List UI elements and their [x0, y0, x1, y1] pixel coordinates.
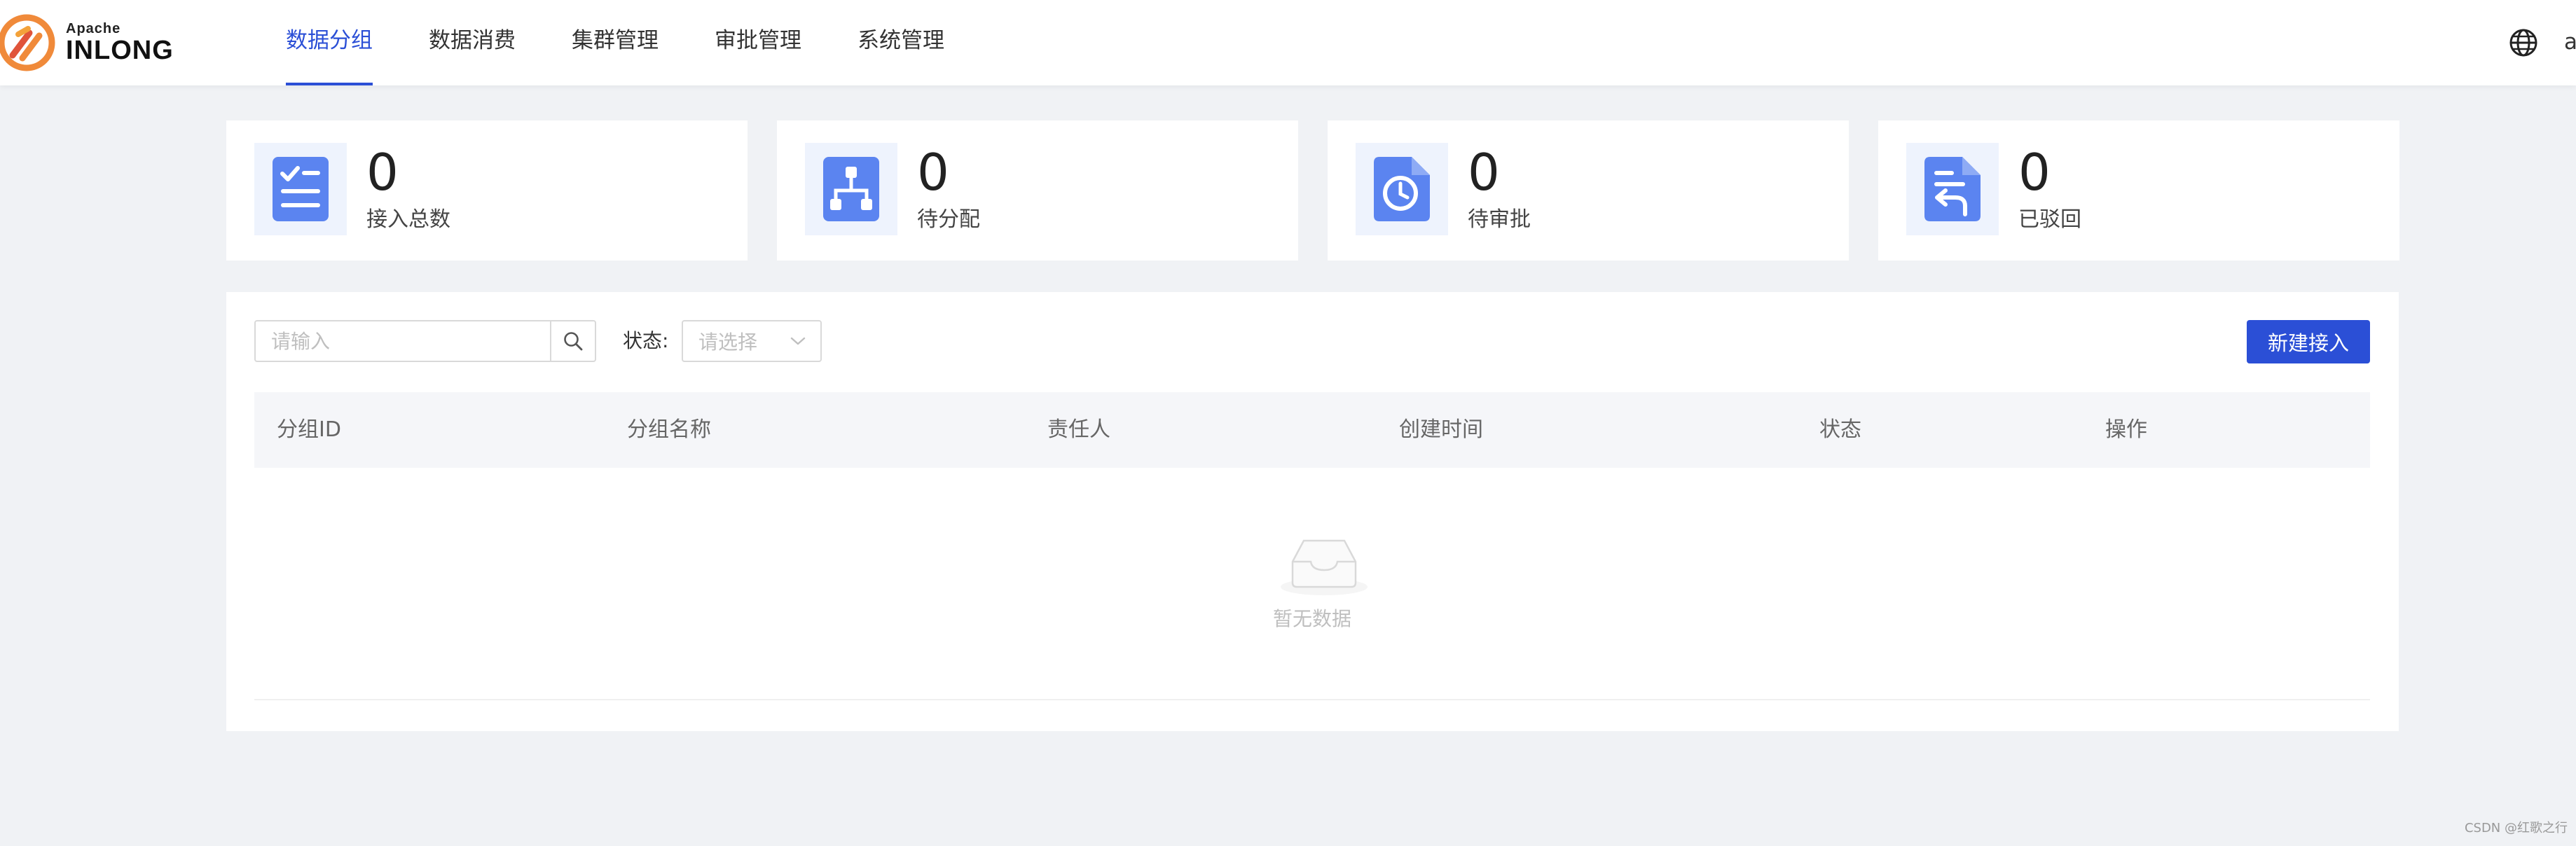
stat-label: 待分配	[917, 207, 980, 232]
search-icon	[564, 332, 583, 351]
logo-inlong-text: INLONG	[66, 36, 174, 65]
table-header: 分组ID 分组名称 责任人 创建时间 状态 操作	[254, 392, 2370, 468]
chevron-down-icon	[790, 337, 806, 345]
column-header-owner[interactable]: 责任人	[1047, 416, 1110, 444]
logo-text: Apache INLONG	[66, 21, 174, 64]
search-input[interactable]	[256, 321, 550, 361]
nav-cluster-manage[interactable]: 集群管理	[572, 0, 659, 85]
nav-data-consume[interactable]: 数据消费	[429, 0, 516, 85]
stat-icon-box	[1906, 143, 1999, 235]
status-filter-label: 状态:	[623, 329, 669, 352]
return-document-icon	[1924, 157, 1981, 221]
stat-card-pending-approval: 0 待审批	[1328, 120, 1849, 261]
nav-system-manage[interactable]: 系统管理	[857, 0, 944, 85]
stat-label: 已驳回	[2018, 207, 2081, 232]
column-header-operation[interactable]: 操作	[2105, 416, 2147, 444]
main-nav: 数据分组 数据消费 集群管理 审批管理 系统管理	[286, 0, 1000, 85]
hierarchy-icon	[823, 157, 879, 221]
empty-text: 暂无数据	[1272, 607, 1351, 630]
empty-inbox-icon	[1281, 539, 1368, 595]
user-name[interactable]: a	[2564, 28, 2576, 56]
checklist-icon	[273, 157, 329, 221]
stat-value: 0	[366, 143, 399, 202]
search-box	[254, 320, 596, 362]
column-header-create-time[interactable]: 创建时间	[1399, 416, 1483, 444]
stat-card-pending-assign: 0 待分配	[777, 120, 1298, 261]
group-list-panel: 状态: 请选择 新建接入 分组ID 分组名称 责任人 创建时间 状态 操作 暂无…	[226, 292, 2399, 731]
stat-value: 0	[917, 143, 949, 202]
status-select[interactable]: 请选择	[682, 320, 822, 362]
app-logo[interactable]: Apache INLONG	[0, 11, 174, 74]
logo-apache-text: Apache	[66, 21, 121, 36]
column-header-status[interactable]: 状态	[1819, 416, 1861, 444]
language-globe-icon[interactable]	[2508, 27, 2539, 58]
column-header-group-name[interactable]: 分组名称	[627, 416, 711, 444]
search-button[interactable]	[550, 321, 595, 361]
status-select-placeholder: 请选择	[698, 331, 758, 354]
stat-label: 接入总数	[366, 207, 450, 232]
watermark: CSDN @红歌之行	[2464, 821, 2568, 835]
nav-approval-manage[interactable]: 审批管理	[715, 0, 801, 85]
table-empty-state: 暂无数据	[254, 468, 2370, 700]
stat-value: 0	[1468, 143, 1500, 202]
create-access-button[interactable]: 新建接入	[2247, 320, 2370, 363]
stat-card-rejected: 0 已驳回	[1878, 120, 2399, 261]
clock-document-icon	[1374, 157, 1430, 221]
stat-label: 待审批	[1468, 207, 1531, 232]
stat-icon-box	[254, 143, 347, 235]
column-header-group-id[interactable]: 分组ID	[277, 416, 341, 444]
stat-icon-box	[1356, 143, 1448, 235]
nav-data-group[interactable]: 数据分组	[286, 0, 373, 85]
stat-value: 0	[2018, 143, 2051, 202]
stat-card-total: 0 接入总数	[226, 120, 748, 261]
top-header: Apache INLONG 数据分组 数据消费 集群管理 审批管理 系统管理 a	[0, 0, 2576, 85]
stat-icon-box	[805, 143, 897, 235]
inlong-logo-icon	[0, 14, 55, 71]
